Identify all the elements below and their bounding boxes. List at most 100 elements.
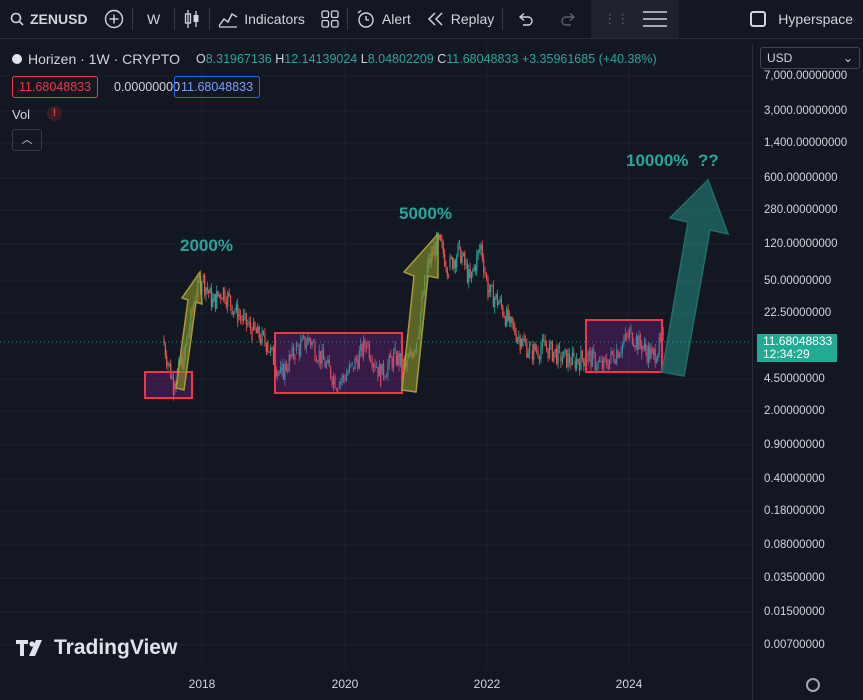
range-box-2	[274, 332, 403, 394]
candle-body	[580, 350, 582, 371]
candle-body	[526, 342, 528, 358]
candle-body	[472, 270, 474, 272]
candle-body	[230, 295, 232, 306]
candle-body	[556, 349, 558, 365]
interval-label: W	[147, 11, 161, 27]
symbol-search-button[interactable]: ZENUSD	[0, 0, 96, 38]
annotation-2000: 2000%	[180, 236, 233, 255]
hyperspace-toggle[interactable]: Hyperspace	[742, 0, 863, 38]
candle-body	[511, 316, 513, 324]
candle-body	[204, 275, 206, 295]
candle-body	[260, 338, 262, 344]
alert-button[interactable]: Alert	[348, 0, 419, 38]
undo-button[interactable]	[503, 0, 547, 38]
candle-body	[205, 287, 207, 295]
indicators-label: Indicators	[244, 11, 305, 27]
candle-body	[538, 356, 541, 360]
time-tick: 2024	[615, 677, 643, 691]
candle-body	[217, 291, 219, 297]
price-tick: 600.00000000	[764, 172, 838, 184]
candle-body	[473, 266, 475, 271]
layouts-button[interactable]	[313, 0, 347, 38]
buy-price-button[interactable]: 11.68048833	[174, 76, 261, 98]
tradingview-logo-text: TradingView	[54, 636, 178, 659]
candle-body	[568, 353, 571, 363]
candle-body	[237, 304, 239, 323]
checkbox-icon[interactable]	[750, 11, 767, 27]
candle-body	[571, 352, 573, 366]
candle-body	[441, 240, 443, 244]
open-value: 8.31967136	[205, 52, 272, 66]
symbol-label: ZENUSD	[30, 11, 88, 27]
candle-body	[570, 362, 572, 366]
range-box-3	[585, 319, 663, 373]
candle-body	[241, 318, 243, 321]
candle-body	[458, 240, 460, 245]
candle-body	[265, 343, 267, 353]
warning-icon[interactable]: !	[47, 106, 62, 121]
candle-body	[228, 292, 230, 296]
interval-button[interactable]: W	[133, 0, 174, 38]
chart-type-button[interactable]	[175, 0, 209, 38]
settings-icon[interactable]	[806, 678, 820, 692]
candle-body	[445, 265, 447, 269]
price-tick: 0.18000000	[764, 505, 825, 517]
price-chart[interactable]: 2000% 5000% 10000% ??	[0, 44, 752, 700]
indicators-button[interactable]: Indicators	[210, 0, 313, 38]
candle-body	[210, 288, 212, 307]
price-tick: 50.00000000	[764, 275, 832, 287]
high-label: H	[275, 52, 285, 66]
candle-body	[231, 305, 233, 315]
candle-body	[250, 322, 252, 330]
candle-body	[531, 350, 533, 360]
candle-body	[483, 258, 485, 273]
candle-body	[561, 358, 563, 362]
candle-body	[453, 260, 455, 269]
candle-body	[240, 315, 242, 319]
volume-indicator-label[interactable]: Vol	[12, 107, 30, 122]
redo-button[interactable]	[547, 0, 591, 38]
time-tick: 2022	[473, 677, 501, 691]
candle-body	[440, 234, 442, 241]
drawings-toggle[interactable]: ⋮⋮	[591, 0, 680, 38]
candle-body	[537, 350, 539, 357]
close-label: C	[437, 52, 447, 66]
tradingview-mark-icon	[16, 640, 42, 656]
alert-label: Alert	[381, 11, 411, 27]
sell-price-button[interactable]: 11.68048833	[12, 76, 99, 98]
ohlc-values: O8.31967136 H12.14139024 L8.04802209 C11…	[196, 52, 657, 66]
candle-body	[454, 260, 456, 268]
annotation-5000: 5000%	[399, 204, 452, 223]
candle-body	[530, 343, 532, 345]
candle-body	[261, 331, 263, 344]
candle-body	[578, 362, 581, 371]
tradingview-logo[interactable]: TradingView	[16, 636, 177, 660]
candle-body	[518, 336, 520, 339]
candle-body	[512, 323, 515, 326]
candle-body	[251, 329, 253, 341]
chevron-up-icon: ︿	[21, 134, 33, 146]
currency-select[interactable]: USD ⌄	[760, 47, 860, 69]
candle-body	[551, 341, 553, 361]
collapse-legend-button[interactable]: ︿	[12, 129, 42, 151]
candle-body	[491, 285, 493, 286]
candle-body	[515, 334, 517, 342]
candle-body	[496, 293, 498, 305]
candle-body	[476, 254, 478, 272]
candle-body	[257, 326, 259, 334]
candle-body	[541, 339, 543, 349]
candle-body	[488, 290, 490, 293]
candle-body	[222, 287, 225, 300]
candle-body	[213, 294, 215, 302]
open-label: O	[195, 52, 206, 66]
candle-body	[449, 257, 451, 268]
candle-body	[254, 322, 256, 330]
compare-button[interactable]	[96, 0, 132, 38]
legend-title[interactable]: Horizen · 1W · CRYPTO	[28, 51, 180, 67]
replay-button[interactable]: Replay	[419, 0, 503, 38]
candle-body	[460, 248, 462, 263]
candle-body	[558, 345, 561, 349]
change-value: +3.35961685 (+40.38%)	[521, 52, 657, 66]
candle-body	[474, 266, 477, 272]
candle-body	[510, 316, 512, 323]
